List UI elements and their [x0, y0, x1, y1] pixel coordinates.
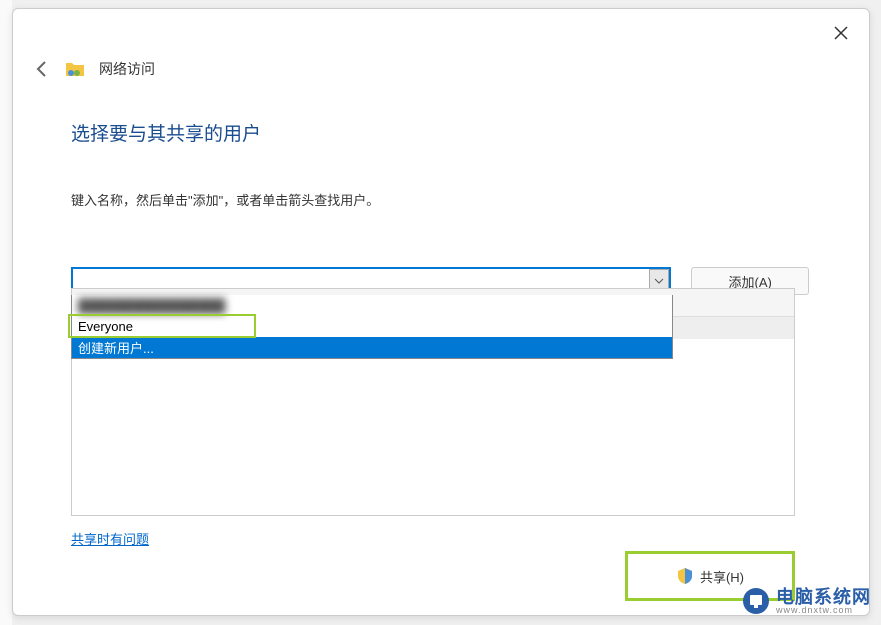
user-dropdown-list: ████████████████ Everyone 创建新用户...	[71, 295, 673, 359]
share-button-label[interactable]: 共享(H)	[700, 567, 744, 586]
watermark-url: www.dnxtw.com	[776, 606, 871, 615]
help-link[interactable]: 共享时有问题	[71, 529, 149, 548]
shield-icon	[676, 567, 694, 585]
dialog-title: 网络访问	[99, 59, 155, 79]
back-arrow-icon	[33, 60, 51, 78]
main-heading: 选择要与其共享的用户	[71, 119, 809, 146]
instruction-text: 键入名称，然后单击"添加"，或者单击箭头查找用户。	[71, 190, 809, 209]
network-folder-icon	[65, 60, 85, 78]
watermark: 电脑系统网 www.dnxtw.com	[742, 587, 871, 615]
close-icon	[834, 26, 848, 40]
chevron-down-icon	[654, 278, 664, 284]
dropdown-item-everyone[interactable]: Everyone	[72, 316, 672, 337]
dropdown-item-create-user[interactable]: 创建新用户...	[72, 337, 672, 358]
watermark-text: 电脑系统网	[776, 588, 871, 606]
dialog-content: 选择要与其共享的用户 键入名称，然后单击"添加"，或者单击箭头查找用户。 ███…	[71, 119, 809, 295]
network-sharing-dialog: 网络访问 选择要与其共享的用户 键入名称，然后单击"添加"，或者单击箭头查找用户…	[12, 8, 870, 616]
dialog-header: 网络访问	[33, 59, 155, 79]
dropdown-item-user[interactable]: ████████████████	[72, 295, 672, 316]
close-button[interactable]	[829, 21, 853, 45]
dropdown-item-label: Everyone	[78, 319, 133, 334]
background-edge	[0, 0, 12, 625]
back-button[interactable]	[33, 60, 51, 78]
watermark-logo-icon	[742, 587, 770, 615]
